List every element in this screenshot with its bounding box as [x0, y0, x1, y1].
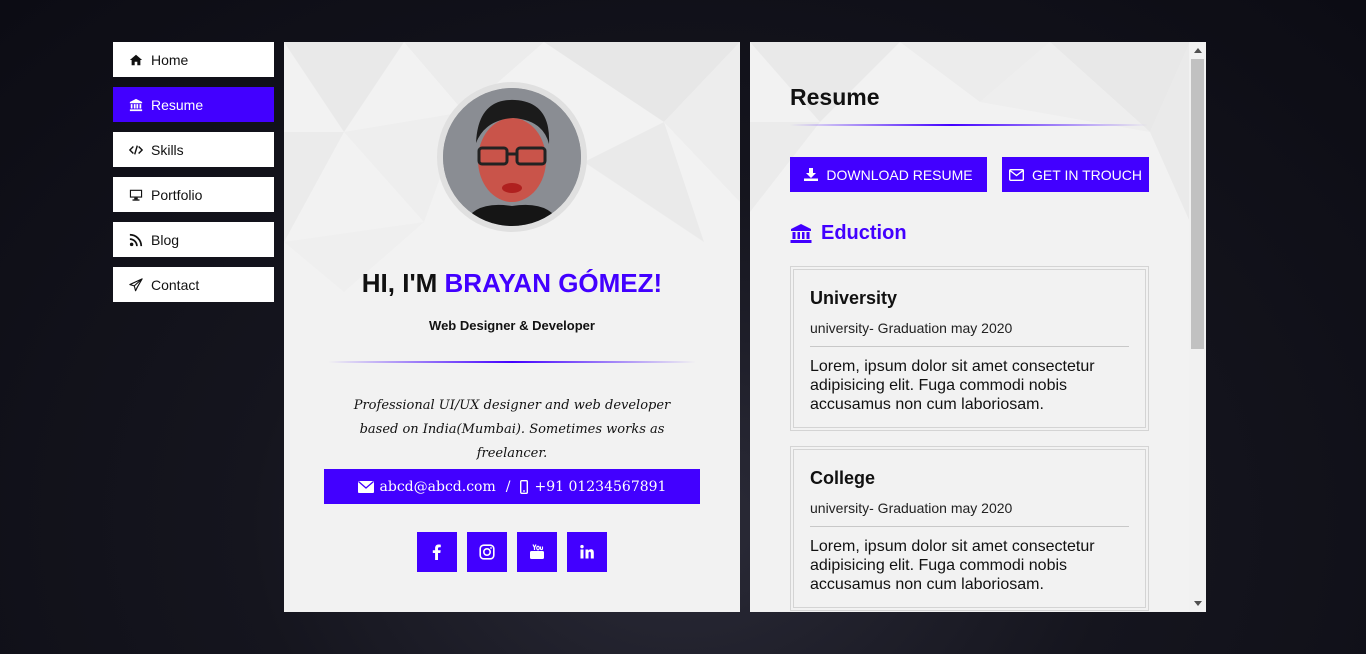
social-links: [417, 532, 607, 572]
linkedin-icon: [580, 544, 594, 559]
education-desc: Lorem, ipsum dolor sit amet consectetur …: [810, 538, 1095, 593]
home-icon: [128, 52, 144, 68]
scrollbar[interactable]: [1189, 42, 1206, 612]
education-meta: university- Graduation may 2020: [810, 500, 1129, 527]
nav-item-contact[interactable]: Contact: [113, 267, 274, 302]
divider: [328, 361, 696, 363]
bank-icon: [790, 223, 812, 243]
nav-label: Contact: [151, 276, 200, 293]
contact-phone[interactable]: +91 01234567891: [534, 479, 666, 495]
education-name: College: [810, 468, 876, 488]
paper-plane-icon: [128, 277, 144, 293]
education-desc: Lorem, ipsum dolor sit amet consectetur …: [810, 358, 1095, 413]
contact-email[interactable]: abcd@abcd.com: [380, 479, 496, 495]
download-resume-label: DOWNLOAD RESUME: [826, 166, 973, 183]
envelope-icon: [357, 480, 374, 493]
phone-icon: [520, 479, 529, 494]
nav-label: Skills: [151, 141, 184, 158]
instagram-link[interactable]: [467, 532, 507, 572]
youtube-icon: [530, 544, 544, 559]
get-in-touch-button[interactable]: GET IN TROUCH: [1002, 157, 1149, 192]
envelope-icon: [1009, 168, 1025, 181]
education-card: University university- Graduation may 20…: [790, 266, 1149, 431]
rss-icon: [128, 232, 144, 248]
nav-label: Home: [151, 51, 189, 68]
monitor-icon: [128, 187, 144, 203]
nav-item-blog[interactable]: Blog: [113, 222, 274, 257]
greeting-prefix: HI, I'M: [361, 268, 445, 298]
divider: [790, 124, 1148, 126]
resume-title: Resume: [790, 84, 880, 110]
education-heading: Eduction: [790, 222, 907, 245]
profile-bio: Professional UI/UX designer and web deve…: [353, 398, 671, 461]
profile-greeting: HI, I'M BRAYAN GÓMEZ!: [284, 268, 740, 299]
nav-label: Resume: [151, 96, 204, 113]
instagram-icon: [479, 544, 495, 560]
nav-label: Portfolio: [151, 186, 203, 203]
avatar: [443, 88, 581, 226]
bank-icon: [128, 97, 144, 113]
nav-item-portfolio[interactable]: Portfolio: [113, 177, 274, 212]
profile-name: BRAYAN GÓMEZ!: [444, 268, 663, 298]
download-icon: [804, 168, 819, 181]
polygon-background: [750, 42, 1190, 222]
scroll-up-arrow[interactable]: [1189, 42, 1206, 59]
facebook-link[interactable]: [417, 532, 457, 572]
scrollbar-thumb[interactable]: [1191, 59, 1204, 349]
contact-bar: abcd@abcd.com / +91 01234567891: [324, 469, 700, 504]
nav-item-skills[interactable]: Skills: [113, 132, 274, 167]
linkedin-link[interactable]: [567, 532, 607, 572]
youtube-link[interactable]: [517, 532, 557, 572]
avatar-ring: [437, 82, 587, 232]
education-meta: university- Graduation may 2020: [810, 320, 1129, 347]
profile-card: HI, I'M BRAYAN GÓMEZ! Web Designer & Dev…: [284, 42, 740, 612]
resume-panel[interactable]: Resume DOWNLOAD RESUME GET IN TROUCH Edu…: [750, 42, 1206, 612]
code-icon: [128, 142, 144, 158]
facebook-icon: [432, 544, 441, 560]
nav-item-resume[interactable]: Resume: [113, 87, 274, 122]
education-heading-label: Eduction: [821, 222, 907, 244]
profile-role: Web Designer & Developer: [429, 318, 595, 333]
get-in-touch-label: GET IN TROUCH: [1032, 166, 1142, 183]
contact-separator: /: [505, 478, 511, 495]
education-name: University: [810, 288, 898, 308]
download-resume-button[interactable]: DOWNLOAD RESUME: [790, 157, 987, 192]
nav-label: Blog: [151, 231, 180, 248]
scroll-down-arrow[interactable]: [1189, 595, 1206, 612]
education-card: College university- Graduation may 2020 …: [790, 446, 1149, 611]
side-nav: Home Resume Skills Portfolio Blog Contac…: [113, 42, 274, 312]
nav-item-home[interactable]: Home: [113, 42, 274, 77]
